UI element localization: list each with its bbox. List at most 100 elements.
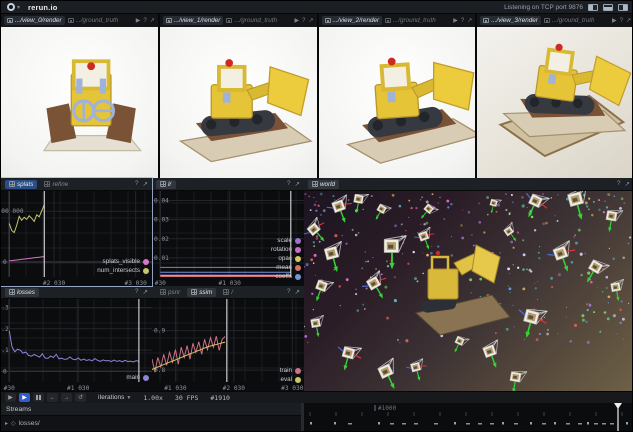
camera-frustum[interactable] [311,277,333,304]
tab-view-2-render[interactable]: .../view_2/render [322,16,383,25]
stream-event-mark[interactable] [378,422,380,425]
rerun-logo-icon[interactable] [7,3,15,11]
maximize-icon[interactable]: ↗ [467,17,472,24]
camera-frustum[interactable] [418,202,439,224]
stream-event-mark[interactable] [414,423,418,425]
step-forward-button[interactable]: → [61,393,72,402]
maximize-icon[interactable]: ↗ [625,180,630,188]
loop-button[interactable]: ↺ [75,393,86,402]
stream-event-mark[interactable] [566,423,570,425]
stream-event-mark[interactable] [594,423,598,425]
camera-frustum[interactable] [310,315,327,338]
help-icon[interactable]: ? [287,288,291,296]
legend-item-main[interactable]: main [126,374,149,381]
help-icon[interactable]: ? [461,18,464,24]
stream-event-mark[interactable] [530,422,532,425]
current-time-value[interactable]: #1910 [210,394,230,402]
stream-event-mark[interactable] [626,422,628,425]
tab-view-0-render[interactable]: .../view_0/render [4,16,65,25]
legend-item-train[interactable]: train [280,367,301,374]
camera-frustum[interactable] [323,241,348,273]
legend-item-splats_visible[interactable]: splats_visible [103,258,149,265]
legend-item-scale[interactable]: scale [277,237,301,244]
viewport-view-1[interactable] [160,27,319,178]
play-blueprint-icon[interactable]: ▶ [453,17,458,24]
play-blueprint-icon[interactable]: ▶ [136,17,141,24]
tab-ssim[interactable]: ssim [187,288,216,297]
stream-event-mark[interactable] [478,423,482,425]
camera-frustum[interactable] [333,342,364,374]
camera-frustum[interactable] [567,191,595,222]
tab-view-3-render[interactable]: .../view_3/render [480,16,541,25]
stream-event-mark[interactable] [310,422,312,425]
plot-splats[interactable]: 100 0000#2 030#3 030splats_visiblenum_in… [1,191,152,286]
camera-frustum[interactable] [508,369,527,391]
help-icon[interactable]: ? [620,18,623,24]
stream-event-mark[interactable] [390,423,394,425]
step-back-button[interactable]: ← [47,393,58,402]
maximize-icon[interactable]: ↗ [150,17,155,24]
legend-item-opac[interactable]: opac [278,255,301,262]
playback-speed[interactable]: 1.00x [143,394,163,402]
tab-splats[interactable]: splats [5,180,37,189]
stream-event-mark[interactable] [402,423,406,425]
maximize-icon[interactable]: ↗ [143,288,148,296]
tab-view-0-ground-truth[interactable]: .../ground_truth [65,16,122,25]
tab-losses[interactable]: losses [5,288,39,297]
camera-frustum[interactable] [352,192,369,215]
stream-event-mark[interactable] [454,422,456,425]
camera-frustum[interactable] [513,304,550,342]
toggle-left-panel-icon[interactable] [588,4,598,11]
stream-event-mark[interactable] [502,422,504,425]
maximize-icon[interactable]: ↗ [295,288,300,296]
camera-frustum[interactable] [582,257,610,288]
stream-event-mark[interactable] [554,422,556,425]
stream-event-mark[interactable] [334,422,336,425]
stream-event-mark[interactable] [542,423,546,425]
maximize-icon[interactable]: ↗ [143,180,148,188]
toggle-right-panel-icon[interactable] [618,4,628,11]
stream-event-mark[interactable] [348,423,352,425]
play-blueprint-icon[interactable]: ▶ [612,17,617,24]
camera-frustum[interactable] [604,208,623,234]
tab-view-2-ground-truth[interactable]: .../ground_truth [382,16,439,25]
help-icon[interactable]: ? [617,180,621,188]
help-icon[interactable]: ? [143,18,146,24]
stream-event-mark[interactable] [602,423,606,425]
toggle-bottom-panel-icon[interactable] [603,4,613,11]
maximize-icon[interactable]: ↗ [308,17,313,24]
tab-view-3-ground-truth[interactable]: .../ground_truth [541,16,598,25]
stream-event-mark[interactable] [610,423,614,425]
maximize-icon[interactable]: ↗ [295,180,300,188]
help-icon[interactable]: ? [135,180,139,188]
play-button[interactable]: ▶ [5,393,16,402]
help-icon[interactable]: ? [302,18,305,24]
viewport-view-0[interactable] [1,27,160,178]
camera-frustum[interactable] [482,340,507,370]
plot-lr[interactable]: 0.010.020.030.04#30#1 030scalerotationop… [152,191,304,286]
stream-event-mark[interactable] [466,423,470,425]
tab-view-1-render[interactable]: .../view_1/render [163,16,224,25]
viewport-view-3[interactable] [477,27,633,178]
pause-button[interactable] [33,393,44,402]
legend-item-num_intersects[interactable]: num_intersects [97,267,149,274]
tree-collapse-icon[interactable]: ▸ [5,420,8,427]
camera-frustum[interactable] [413,226,439,252]
legend-item-rotation[interactable]: rotation [271,246,301,253]
plot-losses[interactable]: 0.30.20.10#30#1 030main [1,299,152,391]
help-icon[interactable]: ? [135,288,139,296]
legend-item-eval[interactable]: eval [280,376,301,383]
world-3d-view[interactable] [304,191,633,391]
timeline-cursor[interactable] [614,403,622,432]
camera-frustum[interactable] [325,194,357,227]
legend-item-mean[interactable]: mean [276,264,301,271]
tab-root-container[interactable]: / [219,288,237,297]
follow-latest-button[interactable]: ▶ [19,393,30,402]
logo-caret-icon[interactable]: ▾ [17,4,20,11]
help-icon[interactable]: ? [287,180,291,188]
tab-psnr[interactable]: psnr [156,288,184,297]
camera-frustum[interactable] [376,358,405,391]
camera-frustum[interactable] [610,279,627,302]
play-blueprint-icon[interactable]: ▶ [295,17,300,24]
tab-view-1-ground-truth[interactable]: .../ground_truth [223,16,280,25]
